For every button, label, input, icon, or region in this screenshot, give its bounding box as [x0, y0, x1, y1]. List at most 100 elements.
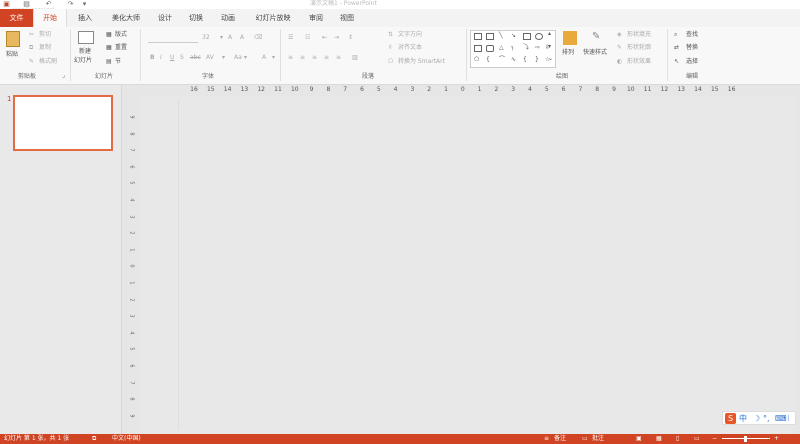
strikethrough-icon[interactable]: abc	[190, 54, 201, 62]
comments-icon[interactable]: ▭	[582, 434, 588, 444]
gallery-scroll-up-icon[interactable]: ▴	[548, 30, 551, 38]
decrease-indent-icon[interactable]: ⇤	[322, 34, 327, 42]
slide-canvas-area[interactable]	[140, 96, 796, 434]
line-shape-icon[interactable]: ╲	[499, 32, 503, 40]
text-direction-button[interactable]: 文字方向	[398, 31, 422, 39]
rectangle-shape-icon[interactable]	[474, 45, 482, 52]
shape-fill-icon[interactable]: ◈	[617, 31, 622, 39]
shape-effects-button[interactable]: 形状效果	[627, 58, 651, 66]
decrease-font-icon[interactable]: A	[240, 34, 244, 42]
sogou-logo-icon[interactable]: S	[725, 413, 736, 424]
reading-view-icon[interactable]: ▯	[676, 434, 679, 444]
shapes-gallery[interactable]: ╲ ↘ △ ┐ ⤵ ⇨ ⇩ ⬠ { ⌒ ∿ { } ☆	[470, 30, 556, 68]
textbox-shape-icon[interactable]	[474, 33, 482, 40]
left-brace-shape-icon[interactable]: {	[523, 56, 527, 64]
gallery-more-icon[interactable]: ⌄	[548, 55, 553, 63]
text-direction-icon[interactable]: ⇅	[388, 31, 393, 39]
copy-icon[interactable]: ⧉	[29, 44, 33, 52]
arrange-button[interactable]: 排列	[562, 49, 574, 57]
tab-transitions[interactable]: 切换	[182, 9, 210, 27]
shape-outline-icon[interactable]: ✎	[617, 44, 622, 52]
underline-icon[interactable]: U	[170, 54, 174, 62]
zoom-in-icon[interactable]: +	[774, 434, 779, 444]
notes-button[interactable]: 备注	[554, 434, 566, 444]
clear-formatting-icon[interactable]: ⌫	[254, 34, 262, 42]
elbow-connector-shape-icon[interactable]: ┐	[511, 44, 515, 52]
arrange-icon[interactable]	[563, 31, 577, 45]
dropdown-icon[interactable]: ▾	[244, 54, 247, 62]
slideshow-icon[interactable]: ▭	[694, 434, 700, 444]
find-button[interactable]: 查找	[686, 31, 698, 39]
bullets-icon[interactable]: ☰	[288, 34, 293, 42]
shape-outline-button[interactable]: 形状轮廓	[627, 44, 651, 52]
cut-icon[interactable]: ✂	[29, 31, 34, 39]
slide-thumbnail[interactable]	[13, 95, 113, 151]
punctuation-icon[interactable]: °,	[763, 413, 770, 424]
arrow-line-shape-icon[interactable]: ↘	[511, 32, 516, 40]
quick-styles-button[interactable]: 快速样式	[583, 49, 607, 57]
ime-language-indicator[interactable]: 中	[739, 413, 747, 424]
zoom-out-icon[interactable]: −	[712, 434, 717, 444]
layout-button[interactable]: 版式	[115, 31, 127, 39]
new-slide-icon[interactable]	[78, 31, 94, 44]
clipboard-launcher-icon[interactable]: ⌟	[62, 72, 65, 80]
increase-font-icon[interactable]: A	[228, 34, 232, 42]
cut-button[interactable]: 剪切	[39, 31, 51, 39]
right-arrow-shape-icon[interactable]: ⇨	[535, 44, 540, 52]
tab-review[interactable]: 审阅	[302, 9, 330, 27]
triangle-shape-icon[interactable]: △	[499, 44, 504, 52]
half-width-icon[interactable]: ☽	[753, 413, 760, 424]
format-painter-icon[interactable]: ✎	[29, 58, 34, 66]
dropdown-icon[interactable]: ▾	[222, 54, 225, 62]
select-button[interactable]: 选择	[686, 58, 698, 66]
smartart-icon[interactable]: ⎔	[388, 58, 393, 66]
tab-beautify-master[interactable]: 美化大师	[103, 9, 149, 27]
justify-icon[interactable]: ≡	[324, 54, 329, 62]
format-painter-button[interactable]: 格式刷	[39, 58, 57, 66]
change-case-icon[interactable]: Aa	[234, 54, 242, 62]
gallery-scroll-down-icon[interactable]: ▾	[548, 43, 551, 51]
font-family-select[interactable]	[148, 34, 198, 43]
tab-file[interactable]: 文件	[0, 9, 33, 27]
pentagon-shape-icon[interactable]: ⬠	[474, 56, 479, 64]
reset-button[interactable]: 重置	[115, 44, 127, 52]
normal-view-icon[interactable]: ▣	[636, 434, 642, 444]
keyboard-icon[interactable]: ⌨	[775, 413, 787, 424]
spelling-icon[interactable]: ⧉	[92, 434, 96, 444]
select-icon[interactable]: ↖	[674, 58, 679, 66]
numbering-icon[interactable]: ☷	[305, 34, 310, 42]
arc-shape-icon[interactable]: ⌒	[499, 56, 505, 64]
replace-icon[interactable]: ⇄	[674, 44, 679, 52]
new-slide-label-2[interactable]: 幻灯片	[74, 57, 92, 65]
curve-shape-icon[interactable]: ∿	[511, 56, 516, 64]
oval-shape-icon[interactable]	[535, 33, 543, 40]
dropdown-icon[interactable]: ▾	[220, 34, 223, 42]
line-spacing-icon[interactable]: ↕	[348, 34, 353, 42]
tab-home[interactable]: 开始	[33, 9, 67, 27]
align-right-icon[interactable]: ≡	[312, 54, 317, 62]
zoom-slider-handle[interactable]	[744, 436, 747, 442]
align-center-icon[interactable]: ≡	[300, 54, 305, 62]
section-icon[interactable]: ▤	[106, 58, 112, 66]
convert-smartart-button[interactable]: 转换为 SmartArt	[398, 58, 445, 66]
align-text-icon[interactable]: ⇳	[388, 44, 393, 52]
new-slide-label-1[interactable]: 新建	[79, 48, 91, 56]
paste-button[interactable]: 粘贴	[6, 51, 18, 59]
copy-button[interactable]: 复制	[39, 44, 51, 52]
character-spacing-icon[interactable]: AV	[206, 54, 214, 62]
redo-icon[interactable]: ↷	[66, 0, 75, 8]
rectangle-shape-icon[interactable]	[523, 33, 531, 40]
elbow-arrow-shape-icon[interactable]: ⤵	[523, 44, 529, 52]
tab-design[interactable]: 设计	[151, 9, 179, 27]
notes-icon[interactable]: ≡	[544, 434, 549, 444]
font-size-select[interactable]: 32	[202, 34, 210, 42]
bold-icon[interactable]: B	[150, 54, 155, 62]
tab-view[interactable]: 视图	[333, 9, 361, 27]
customize-quick-access-icon[interactable]: ▾	[80, 0, 89, 8]
tab-animations[interactable]: 动画	[214, 9, 242, 27]
distribute-icon[interactable]: ≡	[336, 54, 341, 62]
shadow-icon[interactable]: S	[180, 54, 184, 62]
slide-sorter-icon[interactable]: ▦	[656, 434, 662, 444]
align-text-button[interactable]: 对齐文本	[398, 44, 422, 52]
section-button[interactable]: 节	[115, 58, 121, 66]
